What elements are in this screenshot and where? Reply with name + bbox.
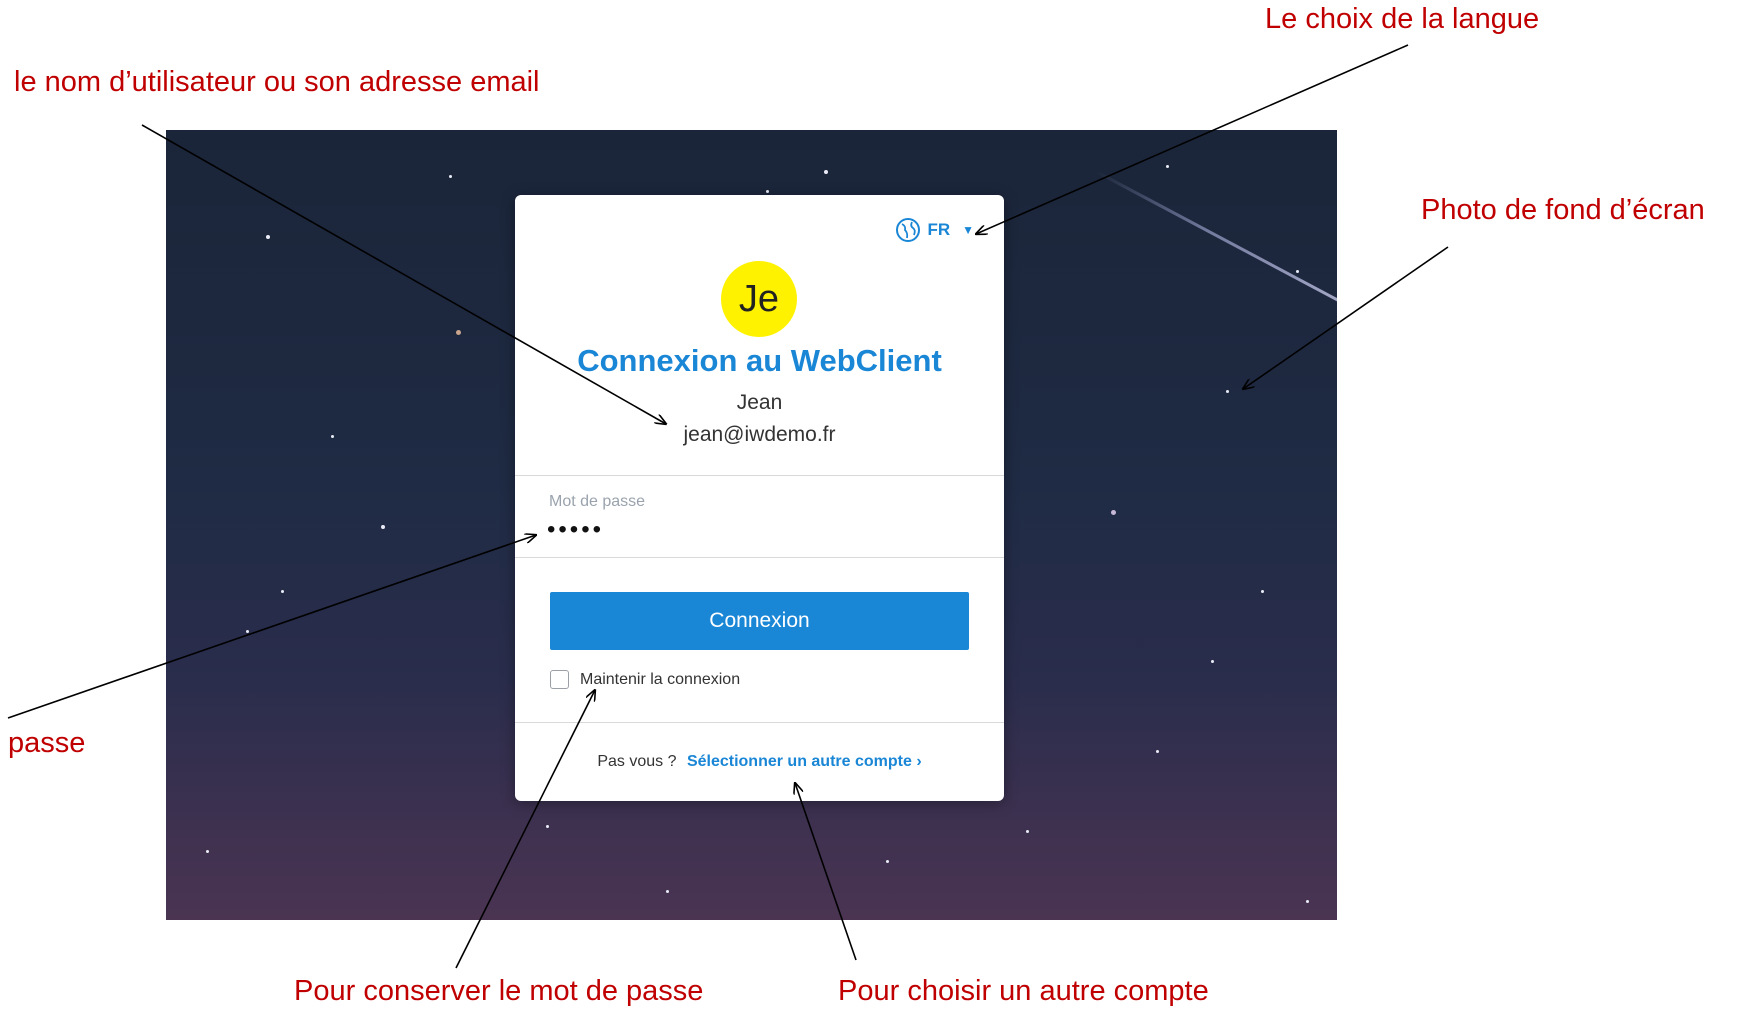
arrow-language [976, 44, 1409, 234]
annotation-arrows [7, 44, 1449, 969]
arrow-username [141, 124, 666, 424]
arrow-switch-account [795, 783, 857, 961]
arrow-remember [455, 690, 595, 969]
arrow-password [7, 535, 536, 719]
arrow-background [1243, 246, 1449, 389]
